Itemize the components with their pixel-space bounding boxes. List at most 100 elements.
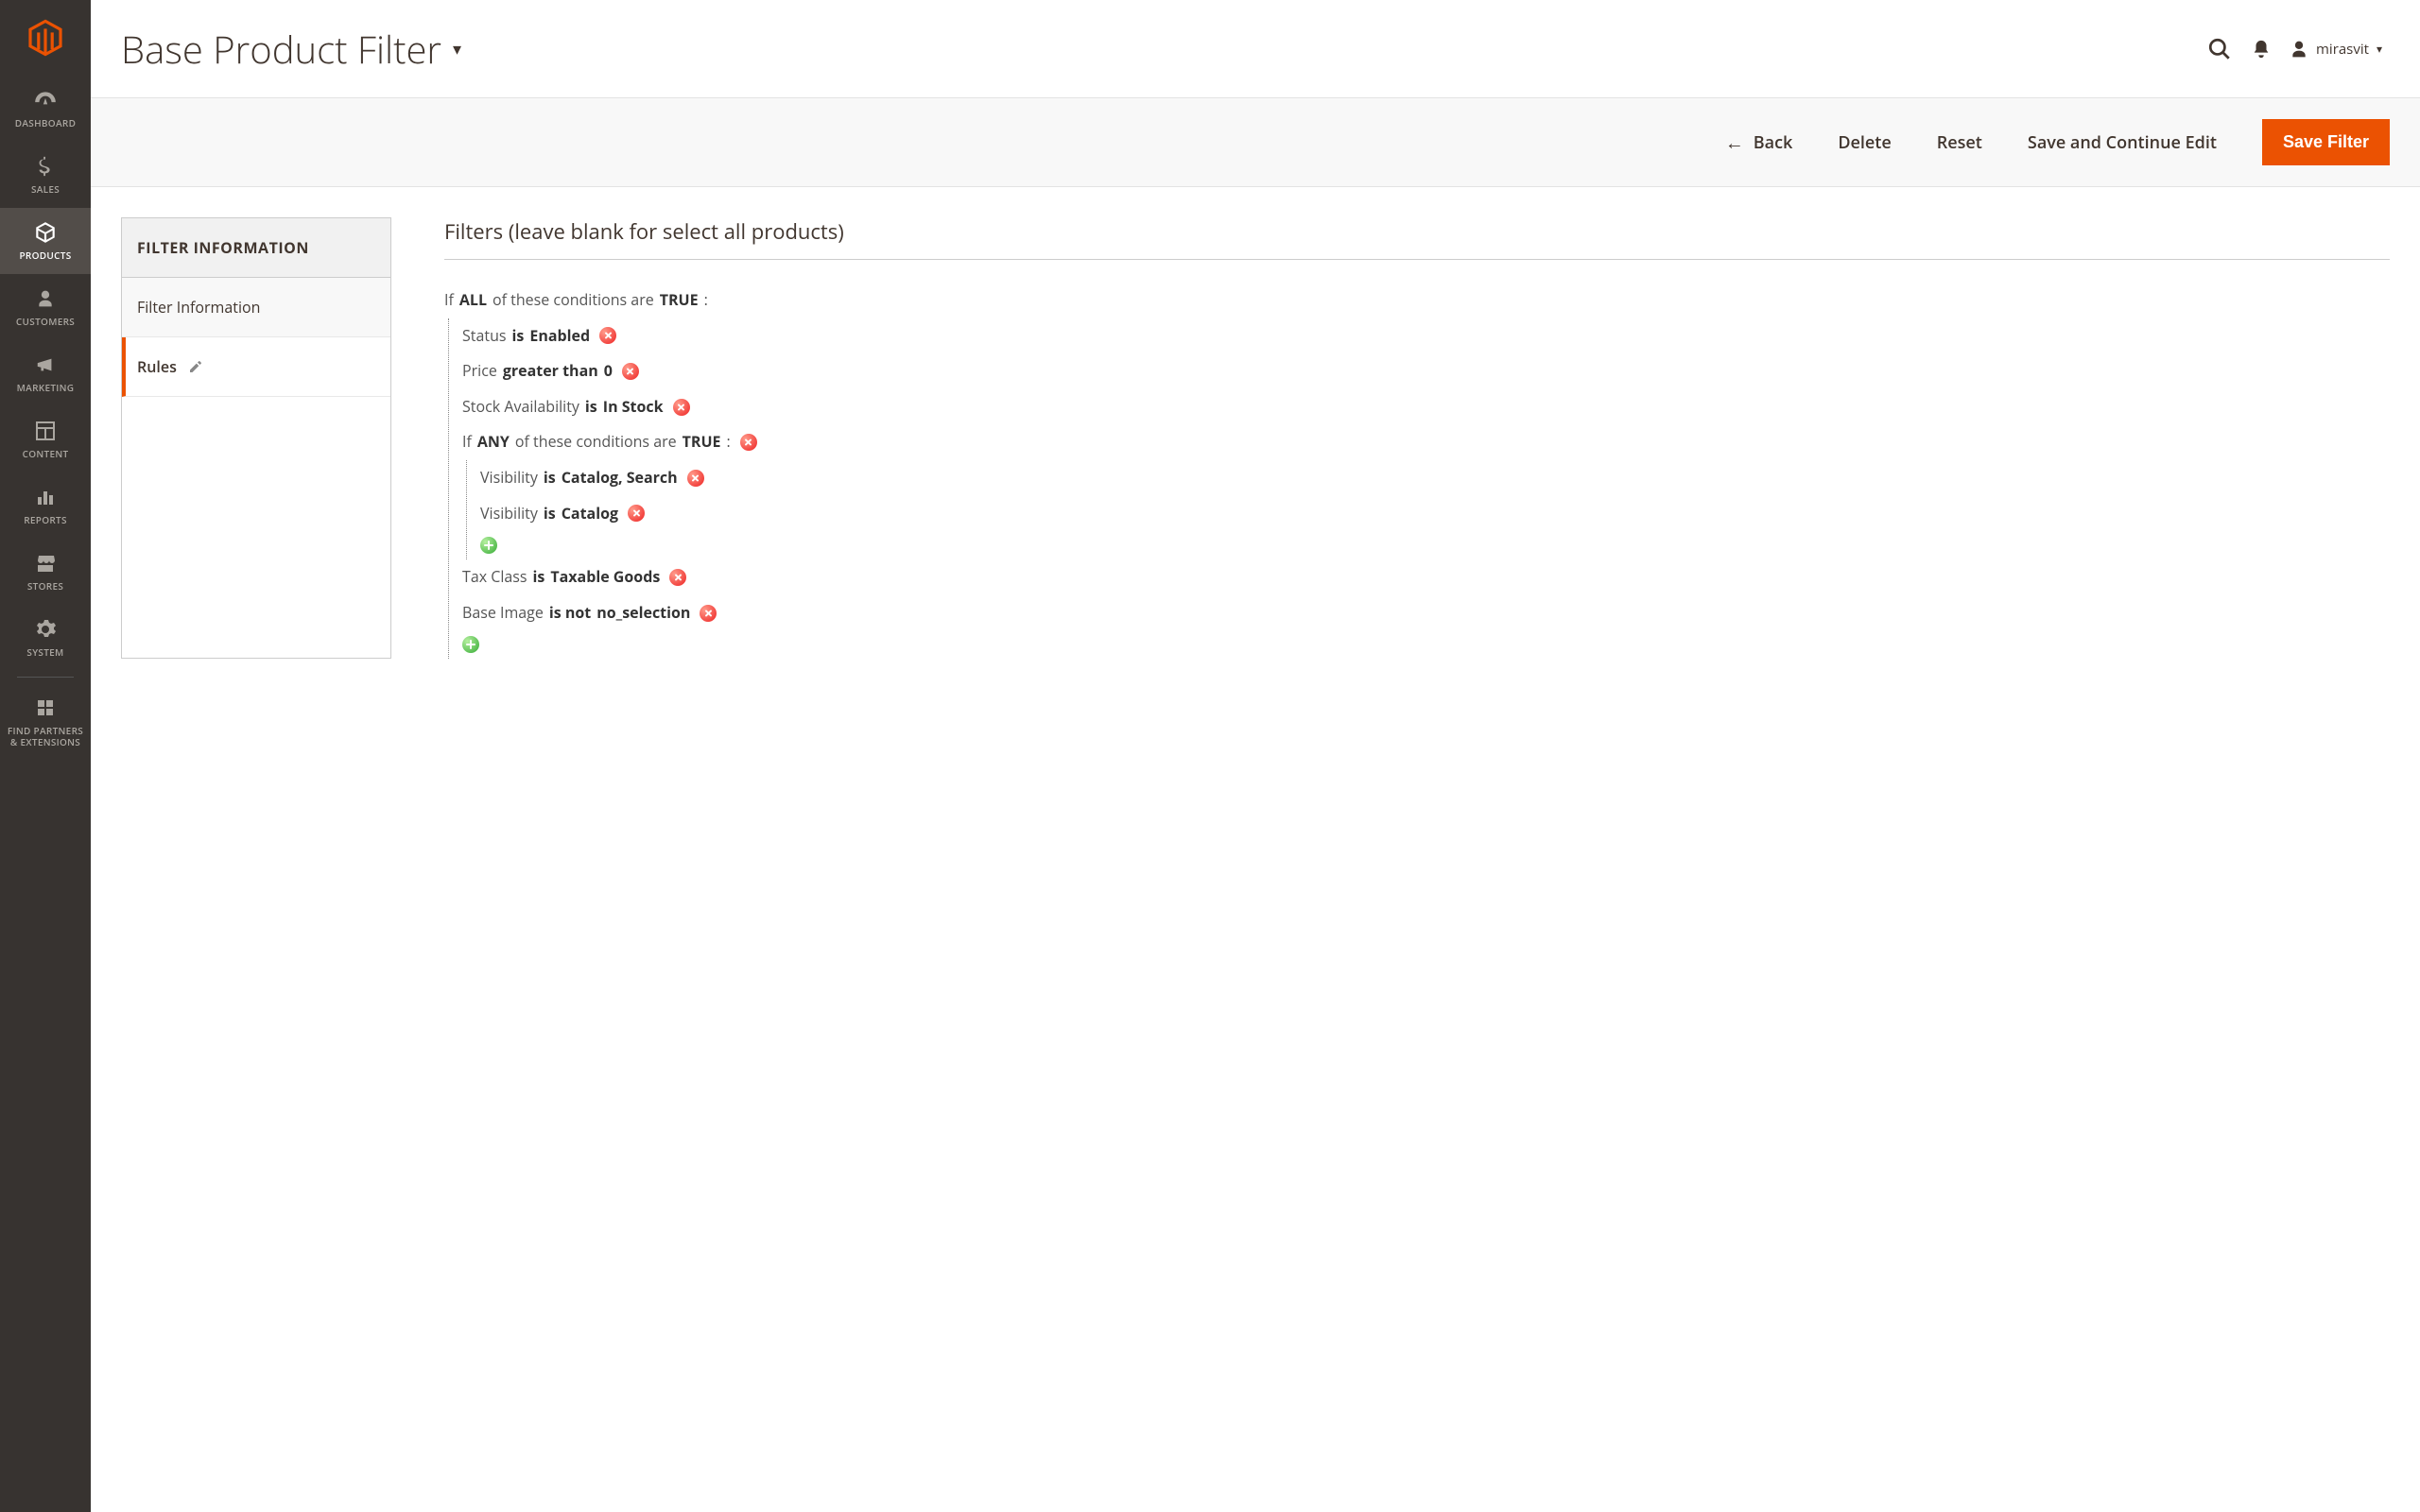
remove-condition-icon[interactable] (687, 470, 704, 487)
sidebar-item-label: DASHBOARD (15, 117, 76, 129)
pencil-icon (188, 359, 203, 374)
page-title-text: Base Product Filter (121, 23, 441, 75)
dollar-icon (35, 153, 56, 180)
admin-sidebar: DASHBOARD SALES PRODUCTS CUSTOMERS MARKE… (0, 0, 91, 1512)
sidepanel-heading: FILTER INFORMATION (122, 218, 390, 278)
sidebar-item-customers[interactable]: CUSTOMERS (0, 274, 91, 340)
condition-operator[interactable]: is (533, 565, 545, 590)
value-selector[interactable]: TRUE (660, 288, 699, 313)
remove-condition-icon[interactable] (700, 605, 717, 622)
remove-condition-icon[interactable] (669, 569, 686, 586)
sidebar-divider (17, 677, 74, 678)
sidebar-item-partners[interactable]: FIND PARTNERS & EXTENSIONS (0, 683, 91, 761)
remove-condition-icon[interactable] (673, 399, 690, 416)
condition-row: Tax Class is Taxable Goods (462, 559, 2390, 595)
sidebar-item-sales[interactable]: SALES (0, 142, 91, 208)
page-header: Base Product Filter ▾ mirasvit ▾ (91, 0, 2420, 97)
condition-operator[interactable]: greater than (503, 359, 598, 384)
tabs-sidepanel: FILTER INFORMATION Filter Information Ru… (121, 217, 391, 659)
condition-value[interactable]: Catalog, Search (562, 466, 678, 490)
section-title: Filters (leave blank for select all prod… (444, 217, 2390, 260)
arrow-left-icon: ← (1725, 129, 1744, 155)
account-menu[interactable]: mirasvit ▾ (2282, 40, 2390, 59)
content-columns: FILTER INFORMATION Filter Information Ru… (91, 187, 2420, 689)
blocks-icon (34, 695, 57, 721)
condition-attribute[interactable]: Tax Class (462, 565, 527, 590)
sidebar-item-stores[interactable]: STORES (0, 539, 91, 605)
caret-down-icon: ▾ (2377, 41, 2382, 57)
condition-value[interactable]: In Stock (603, 395, 664, 420)
condition-value[interactable]: no_selection (596, 601, 690, 626)
reset-button[interactable]: Reset (1937, 131, 1982, 154)
gear-icon (34, 616, 57, 643)
condition-value[interactable]: 0 (604, 359, 613, 384)
condition-attribute[interactable]: Base Image (462, 601, 544, 626)
sidebar-item-reports[interactable]: REPORTS (0, 472, 91, 539)
add-condition-row (462, 630, 2390, 659)
value-selector[interactable]: TRUE (683, 430, 721, 455)
sidebar-item-content[interactable]: CONTENT (0, 406, 91, 472)
storefront-icon (33, 550, 58, 576)
sidebar-item-label: PRODUCTS (19, 249, 71, 261)
save-filter-button[interactable]: Save Filter (2262, 119, 2390, 165)
condition-row: Status is Enabled (462, 318, 2390, 354)
rule-tree: If ALL of these conditions are TRUE : St… (444, 283, 2390, 659)
condition-row: Visibility is Catalog, Search (480, 460, 2390, 496)
sidebar-item-products[interactable]: PRODUCTS (0, 208, 91, 274)
gauge-icon (33, 87, 58, 113)
user-name: mirasvit (2316, 40, 2369, 59)
condition-attribute[interactable]: Stock Availability (462, 395, 579, 420)
back-button[interactable]: ← Back (1725, 129, 1793, 155)
person-icon (36, 285, 55, 312)
condition-operator[interactable]: is (544, 502, 556, 526)
sidebar-item-label: CUSTOMERS (16, 316, 75, 327)
condition-value[interactable]: Enabled (529, 324, 590, 349)
rule-root: If ALL of these conditions are TRUE : (444, 283, 2390, 318)
search-icon[interactable] (2199, 28, 2240, 70)
condition-row: Price greater than 0 (462, 353, 2390, 389)
tab-label: Filter Information (137, 297, 260, 318)
condition-attribute[interactable]: Visibility (480, 466, 538, 490)
page-title[interactable]: Base Product Filter ▾ (121, 23, 461, 75)
magento-logo[interactable] (0, 0, 91, 76)
condition-operator[interactable]: is (512, 324, 525, 349)
rule-combine: If ANY of these conditions are TRUE : (462, 424, 2390, 460)
condition-value[interactable]: Catalog (562, 502, 618, 526)
aggregator-selector[interactable]: ALL (459, 288, 487, 313)
tab-label: Rules (137, 356, 177, 377)
add-condition-icon[interactable] (480, 537, 497, 554)
condition-attribute[interactable]: Price (462, 359, 497, 384)
add-condition-icon[interactable] (462, 636, 479, 653)
colon: : (727, 430, 731, 455)
delete-button[interactable]: Delete (1838, 131, 1891, 154)
tab-rules[interactable]: Rules (122, 337, 390, 397)
save-continue-button[interactable]: Save and Continue Edit (2028, 131, 2217, 154)
sidebar-item-label: FIND PARTNERS & EXTENSIONS (8, 725, 83, 747)
megaphone-icon (33, 352, 58, 378)
middle-label: of these conditions are (493, 288, 654, 313)
condition-operator[interactable]: is (544, 466, 556, 490)
sidebar-item-system[interactable]: SYSTEM (0, 605, 91, 671)
rule-children-nested: Visibility is Catalog, Search Visibility… (466, 460, 2390, 559)
rule-children-root: Status is Enabled Price greater than 0 S… (448, 318, 2390, 660)
condition-operator[interactable]: is not (549, 601, 591, 626)
condition-value[interactable]: Taxable Goods (550, 565, 660, 590)
remove-condition-icon[interactable] (740, 434, 757, 451)
sidebar-item-dashboard[interactable]: DASHBOARD (0, 76, 91, 142)
condition-attribute[interactable]: Status (462, 324, 507, 349)
notifications-icon[interactable] (2240, 28, 2282, 70)
action-bar: ← Back Delete Reset Save and Continue Ed… (91, 97, 2420, 187)
sidebar-item-marketing[interactable]: MARKETING (0, 340, 91, 406)
sidebar-item-label: SALES (31, 183, 60, 195)
condition-operator[interactable]: is (585, 395, 597, 420)
condition-attribute[interactable]: Visibility (480, 502, 538, 526)
bars-icon (34, 484, 57, 510)
remove-condition-icon[interactable] (628, 505, 645, 522)
remove-condition-icon[interactable] (599, 327, 616, 344)
tab-filter-information[interactable]: Filter Information (122, 278, 390, 337)
add-condition-row (480, 531, 2390, 559)
remove-condition-icon[interactable] (622, 363, 639, 380)
if-label: If (462, 430, 472, 455)
aggregator-selector[interactable]: ANY (477, 430, 510, 455)
condition-row: Base Image is not no_selection (462, 595, 2390, 631)
